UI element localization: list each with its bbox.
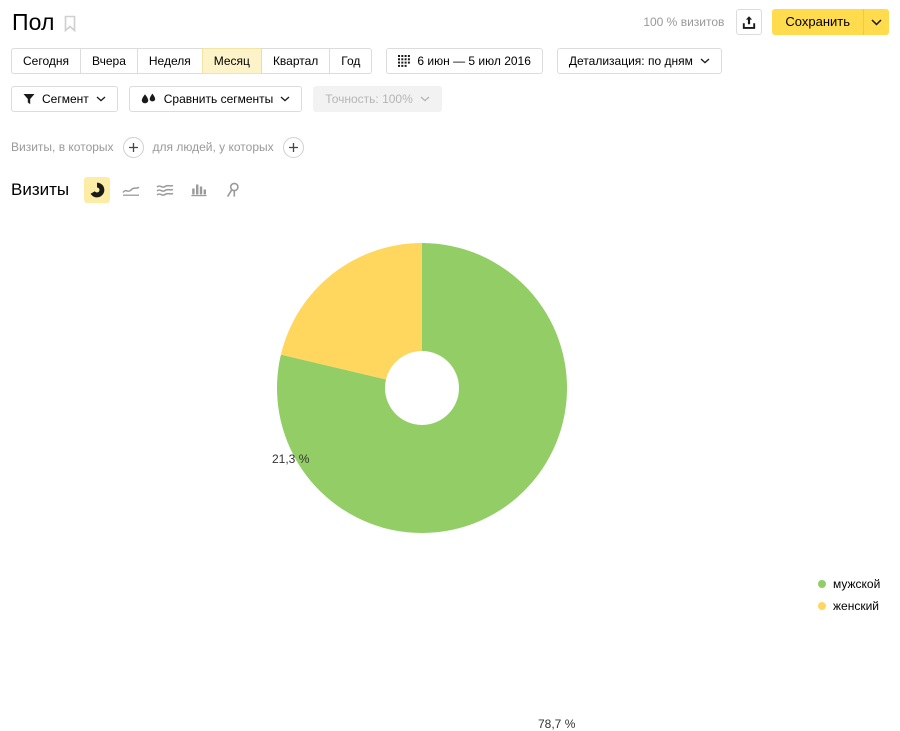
chart-legend: мужской женский	[818, 573, 880, 617]
calendar-icon	[398, 55, 411, 67]
chevron-down-icon	[420, 96, 430, 102]
legend-item-male[interactable]: мужской	[818, 573, 880, 595]
chevron-down-icon	[280, 96, 290, 102]
gender-donut-chart[interactable]	[260, 222, 590, 552]
chart-type-line-chart-icon[interactable]	[118, 177, 144, 203]
chart-type-map-chart-icon[interactable]	[220, 177, 246, 203]
page-title: Пол	[12, 9, 55, 35]
detalization-label: Детализация: по дням	[568, 54, 693, 68]
legend-item-female[interactable]: женский	[818, 595, 880, 617]
header-actions: 100 % визитов Сохранить	[643, 9, 889, 35]
legend-label: мужской	[833, 577, 881, 591]
donut-hole	[385, 351, 459, 425]
period-button-year[interactable]: Год	[329, 48, 373, 74]
period-button-today[interactable]: Сегодня	[11, 48, 80, 74]
conditions-bar: Визиты, в которых для людей, у которых	[11, 135, 313, 159]
bookmark-icon[interactable]	[63, 15, 77, 33]
droplets-icon	[141, 93, 157, 106]
chart-type-bar-chart-icon[interactable]	[186, 177, 212, 203]
chart-type-area-chart-icon[interactable]	[152, 177, 178, 203]
metric-label: Визиты	[11, 180, 70, 199]
save-button-group: Сохранить	[772, 9, 889, 35]
save-menu-chevron-down-icon[interactable]	[863, 9, 889, 35]
legend-label: женский	[833, 599, 879, 613]
add-visit-condition-button[interactable]	[122, 136, 144, 158]
period-button-quarter[interactable]: Квартал	[260, 48, 330, 74]
period-button-month[interactable]: Месяц	[201, 48, 261, 74]
people-condition-label: для людей, у которых	[152, 140, 274, 154]
accuracy-label: Точность: 100%	[325, 92, 413, 106]
funnel-icon	[23, 93, 35, 105]
segment-label: Сегмент	[42, 92, 89, 106]
segment-dropdown[interactable]: Сегмент	[11, 86, 118, 112]
date-range-picker[interactable]: 6 июн — 5 июл 2016	[386, 48, 543, 74]
visits-percent-label: 100 % визитов	[643, 15, 725, 29]
compare-segments-dropdown[interactable]: Сравнить сегменты	[128, 86, 303, 112]
chevron-down-icon	[96, 96, 106, 102]
plus-icon	[288, 142, 298, 152]
chevron-down-icon	[700, 58, 710, 64]
period-button-yesterday[interactable]: Вчера	[80, 48, 137, 74]
legend-color-swatch	[818, 602, 826, 610]
export-icon[interactable]	[736, 9, 763, 35]
segment-toolbar: Сегмент Сравнить сегменты Точность: 100%	[11, 85, 442, 113]
chart-area: 21,3 % 78,7 % мужской женский	[0, 212, 900, 731]
save-button[interactable]: Сохранить	[772, 9, 863, 35]
date-range-label: 6 июн — 5 июл 2016	[417, 54, 531, 68]
legend-color-swatch	[818, 580, 826, 588]
period-button-group: Сегодня Вчера Неделя Месяц Квартал Год	[11, 48, 373, 74]
compare-segments-label: Сравнить сегменты	[163, 92, 274, 106]
plus-icon	[128, 142, 138, 152]
metric-toolbar: Визиты	[11, 176, 254, 204]
add-people-condition-button[interactable]	[282, 136, 304, 158]
visits-condition-label: Визиты, в которых	[11, 140, 114, 154]
detalization-dropdown[interactable]: Детализация: по дням	[556, 48, 722, 74]
chart-type-pie-chart-icon[interactable]	[84, 177, 111, 203]
period-button-week[interactable]: Неделя	[136, 48, 202, 74]
accuracy-dropdown[interactable]: Точность: 100%	[313, 86, 442, 112]
page-header: Пол 100 % визитов Сохранить	[0, 0, 900, 44]
period-toolbar: Сегодня Вчера Неделя Месяц Квартал Год 6…	[11, 48, 722, 74]
slice-label-male: 78,7 %	[538, 717, 576, 731]
slice-label-female: 21,3 %	[272, 452, 310, 466]
